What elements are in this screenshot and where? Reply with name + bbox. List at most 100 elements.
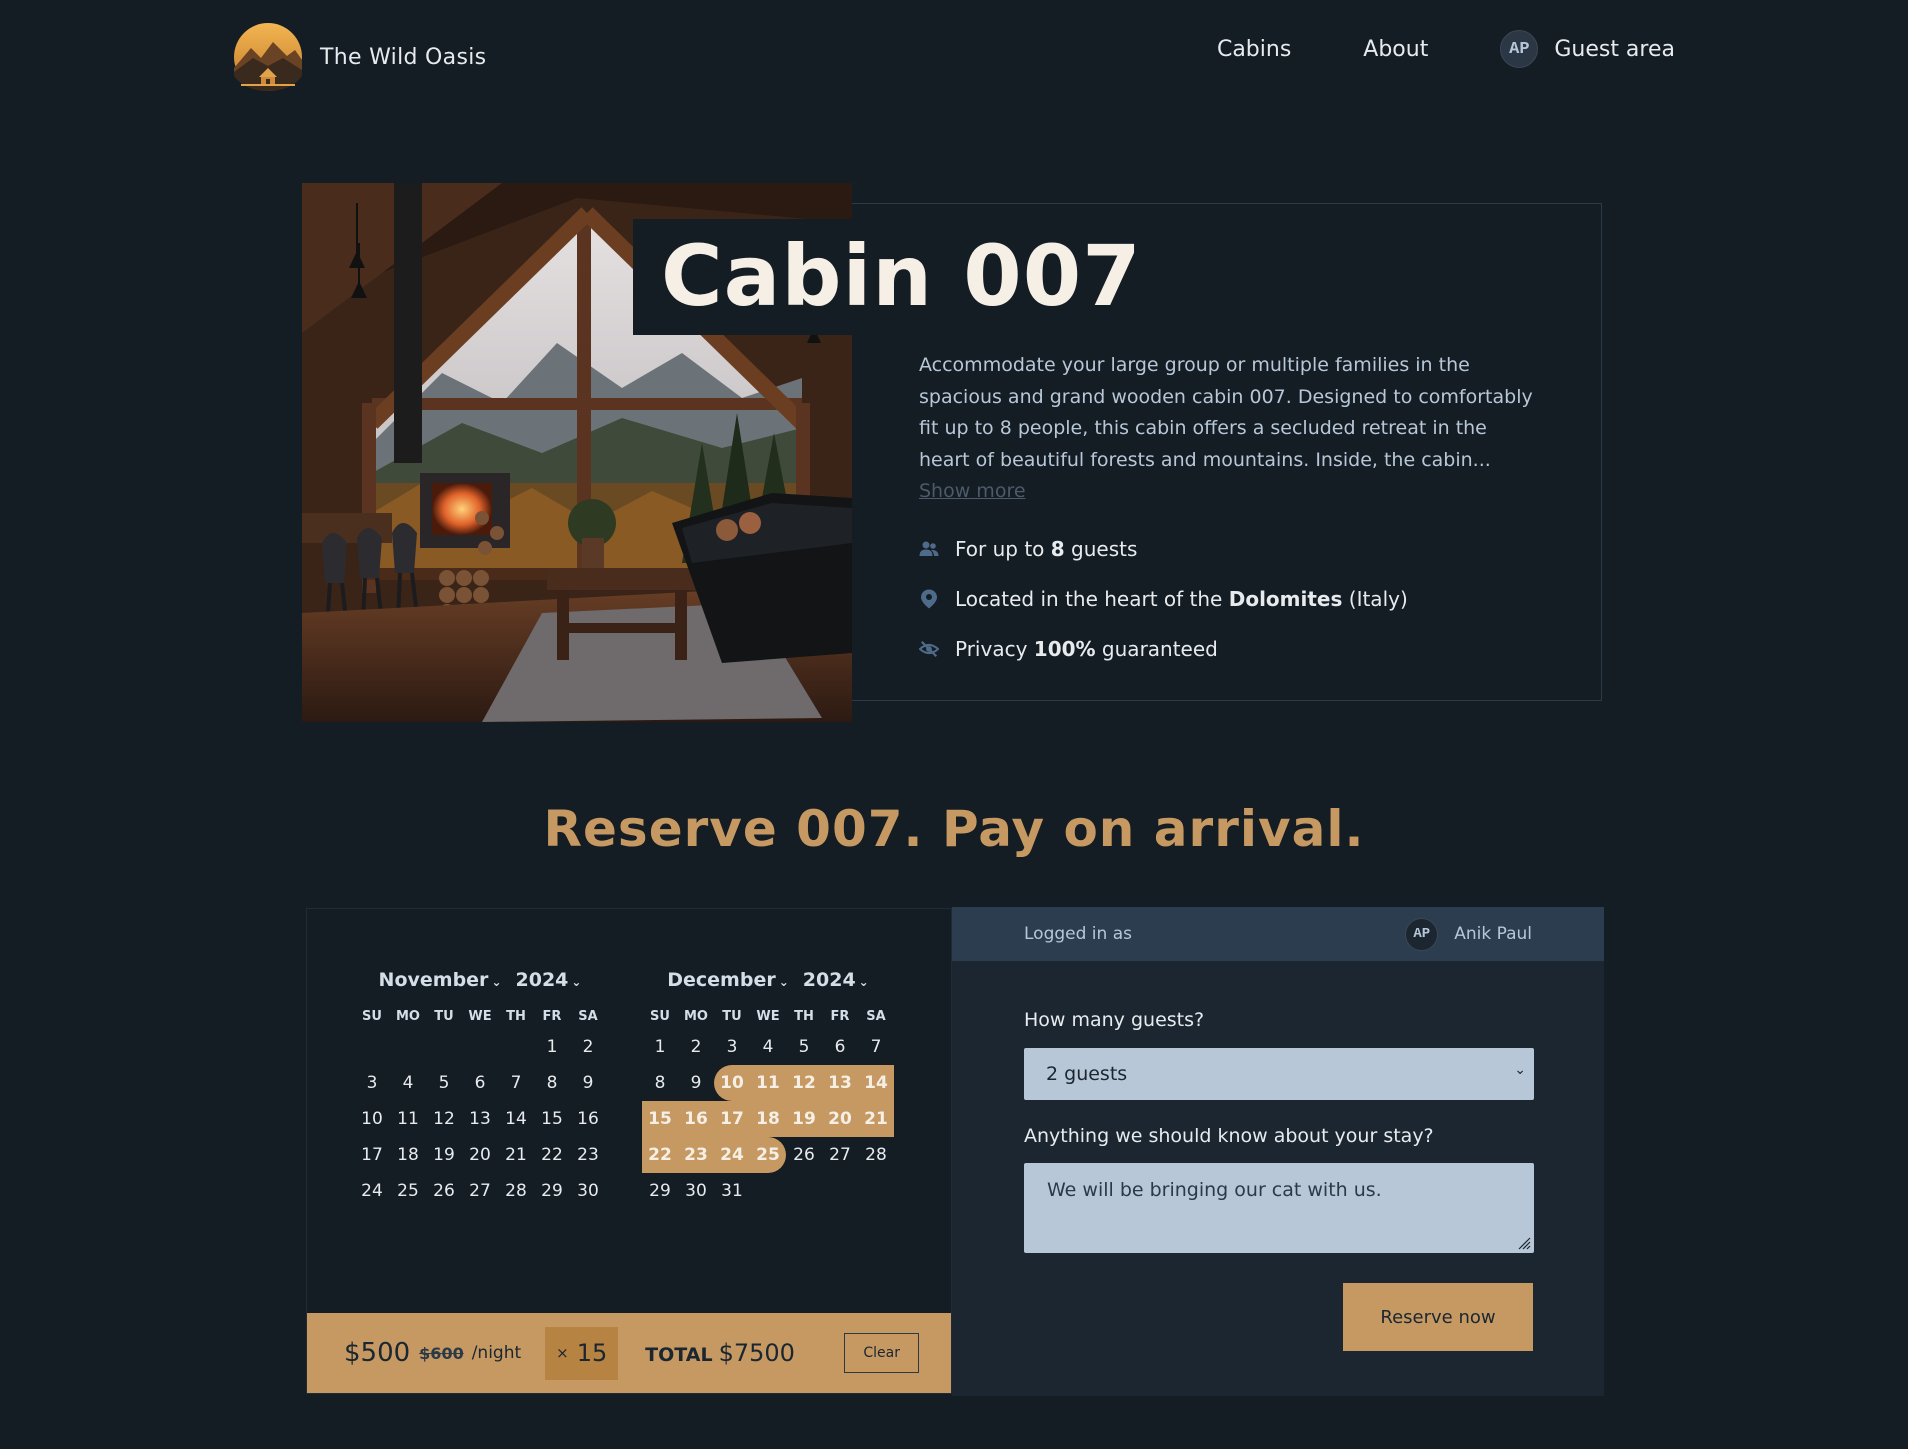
calendar-day[interactable]: 17 — [354, 1137, 390, 1173]
site-header: The Wild Oasis Cabins About AP Guest are… — [0, 0, 1908, 110]
calendar-day[interactable]: 23 — [570, 1137, 606, 1173]
calendar-month: December ⌄ 2024 ⌄ SU MO TU WE TH FR SA 123456789… — [642, 967, 894, 1209]
calendar-day[interactable]: 30 — [570, 1173, 606, 1209]
calendar-day[interactable]: 31 — [714, 1173, 750, 1209]
clear-button[interactable]: Clear — [844, 1333, 919, 1373]
calendar-day[interactable]: 25 — [390, 1173, 426, 1209]
calendar-day[interactable]: 23 — [678, 1137, 714, 1173]
calendar-day[interactable]: 15 — [642, 1101, 678, 1137]
cabin-features: For up to 8 guests Located in the heart … — [919, 524, 1408, 674]
nav-cabins-link[interactable]: Cabins — [1217, 37, 1291, 62]
feature-location-prefix: Located in the heart of the — [955, 587, 1229, 611]
calendar-day[interactable]: 8 — [642, 1065, 678, 1101]
calendar-day[interactable]: 4 — [750, 1029, 786, 1065]
logo-link[interactable]: The Wild Oasis — [233, 22, 486, 92]
calendar-day[interactable]: 10 — [354, 1101, 390, 1137]
month-select[interactable]: December ⌄ — [667, 969, 789, 991]
calendar-day[interactable]: 9 — [678, 1065, 714, 1101]
calendar-day[interactable]: 16 — [678, 1101, 714, 1137]
calendar-day[interactable]: 24 — [354, 1173, 390, 1209]
user-info: AP Anik Paul — [1405, 917, 1532, 951]
calendar-day[interactable]: 5 — [786, 1029, 822, 1065]
year-select[interactable]: 2024 ⌄ — [516, 969, 582, 991]
calendar-day[interactable]: 21 — [498, 1137, 534, 1173]
calendar-day[interactable]: 11 — [390, 1101, 426, 1137]
reservation-form-panel: Logged in as AP Anik Paul How many guest… — [952, 907, 1604, 1396]
empty-day-cell — [354, 1029, 390, 1065]
calendar-day[interactable]: 8 — [534, 1065, 570, 1101]
feature-guests-suffix: guests — [1064, 537, 1138, 561]
calendar-day[interactable]: 15 — [534, 1101, 570, 1137]
total-price: TOTAL $7500 — [645, 1339, 795, 1367]
notes-textarea[interactable]: We will be bringing our cat with us. — [1024, 1163, 1534, 1253]
calendar-day[interactable]: 29 — [642, 1173, 678, 1209]
calendar-day[interactable]: 5 — [426, 1065, 462, 1101]
calendar-day[interactable]: 26 — [786, 1137, 822, 1173]
total-value: $7500 — [718, 1339, 795, 1367]
year-name: 2024 — [802, 969, 856, 991]
calendar-day[interactable]: 22 — [534, 1137, 570, 1173]
calendar-day[interactable]: 12 — [426, 1101, 462, 1137]
map-pin-icon — [919, 589, 939, 609]
calendar-day[interactable]: 18 — [390, 1137, 426, 1173]
calendar-day[interactable]: 29 — [534, 1173, 570, 1209]
calendar-day[interactable]: 2 — [570, 1029, 606, 1065]
calendar-day[interactable]: 26 — [426, 1173, 462, 1209]
calendar-day[interactable]: 7 — [858, 1029, 894, 1065]
feature-location-suffix: (Italy) — [1342, 587, 1408, 611]
calendar-day[interactable]: 9 — [570, 1065, 606, 1101]
weekday-label: TH — [506, 1008, 526, 1024]
calendar-day[interactable]: 7 — [498, 1065, 534, 1101]
calendar-day[interactable]: 2 — [678, 1029, 714, 1065]
weekday-header: SU MO TU WE TH FR SA — [642, 1003, 894, 1029]
calendar-day[interactable]: 4 — [390, 1065, 426, 1101]
calendar-day[interactable]: 24 — [714, 1137, 750, 1173]
calendar-day[interactable]: 1 — [642, 1029, 678, 1065]
calendar-day[interactable]: 18 — [750, 1101, 786, 1137]
reserve-now-button[interactable]: Reserve now — [1343, 1283, 1533, 1351]
guests-select[interactable]: 2 guests ⌄ — [1024, 1048, 1534, 1100]
calendar-day[interactable]: 20 — [462, 1137, 498, 1173]
month-caption: December ⌄ 2024 ⌄ — [642, 967, 894, 993]
show-more-link[interactable]: Show more — [919, 480, 1026, 502]
resize-grip-icon[interactable] — [1517, 1236, 1531, 1250]
logged-in-bar: Logged in as AP Anik Paul — [952, 907, 1604, 961]
weekday-label: SA — [866, 1008, 886, 1024]
calendar-day[interactable]: 27 — [462, 1173, 498, 1209]
calendar-months: November ⌄ 2024 ⌄ SU MO TU WE TH FR SA 123456789… — [354, 967, 930, 1209]
nav-guest-area-link[interactable]: AP Guest area — [1500, 30, 1675, 68]
calendar-day[interactable]: 28 — [498, 1173, 534, 1209]
month-select[interactable]: November ⌄ — [379, 969, 502, 991]
calendar-day[interactable]: 28 — [858, 1137, 894, 1173]
chevron-down-icon: ⌄ — [1514, 1062, 1526, 1078]
calendar-day[interactable]: 13 — [462, 1101, 498, 1137]
calendar-day[interactable]: 3 — [354, 1065, 390, 1101]
calendar-day[interactable]: 11 — [750, 1065, 786, 1101]
empty-day-cell — [426, 1029, 462, 1065]
calendar-day[interactable]: 25 — [750, 1137, 786, 1173]
calendar-day[interactable]: 1 — [534, 1029, 570, 1065]
calendar-day[interactable]: 27 — [822, 1137, 858, 1173]
calendar-day[interactable]: 6 — [462, 1065, 498, 1101]
notes-label: Anything we should know about your stay? — [1024, 1125, 1434, 1147]
calendar-day[interactable]: 22 — [642, 1137, 678, 1173]
regular-price: $600 — [419, 1343, 464, 1363]
calendar-day[interactable]: 6 — [822, 1029, 858, 1065]
year-select[interactable]: 2024 ⌄ — [803, 969, 869, 991]
nav-about-link[interactable]: About — [1363, 37, 1428, 62]
calendar-day[interactable]: 16 — [570, 1101, 606, 1137]
calendar-day[interactable]: 12 — [786, 1065, 822, 1101]
calendar-day[interactable]: 30 — [678, 1173, 714, 1209]
calendar-day[interactable]: 3 — [714, 1029, 750, 1065]
calendar-day[interactable]: 14 — [498, 1101, 534, 1137]
calendar-day[interactable]: 21 — [858, 1101, 894, 1137]
calendar-day[interactable]: 20 — [822, 1101, 858, 1137]
calendar-day[interactable]: 19 — [426, 1137, 462, 1173]
times-sign: × — [556, 1344, 569, 1362]
calendar-day[interactable]: 13 — [822, 1065, 858, 1101]
calendar-day[interactable]: 14 — [858, 1065, 894, 1101]
calendar-day[interactable]: 17 — [714, 1101, 750, 1137]
calendar-day[interactable]: 10 — [714, 1065, 750, 1101]
calendar-day[interactable]: 19 — [786, 1101, 822, 1137]
nights-count: × 15 — [545, 1326, 619, 1380]
